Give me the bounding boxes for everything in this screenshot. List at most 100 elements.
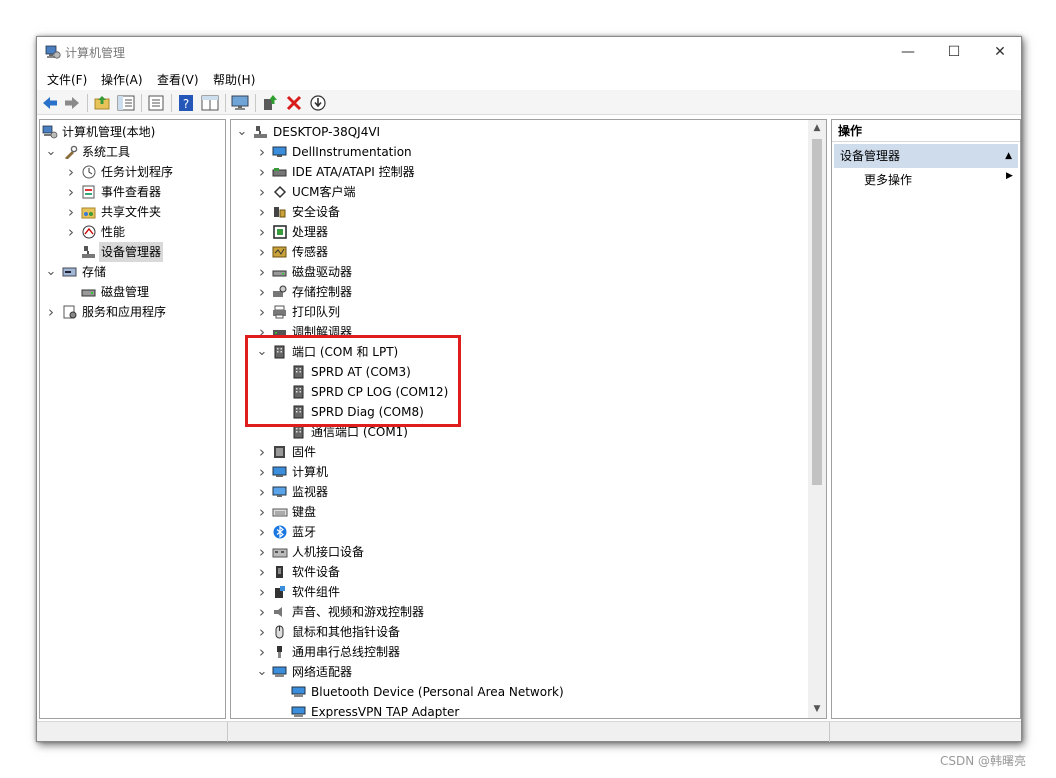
collapse-chevron-icon[interactable]: ⌄ <box>236 122 248 142</box>
device-category[interactable]: › UCM客户端 <box>231 182 801 202</box>
maximize-button[interactable]: ☐ <box>931 37 977 67</box>
device-category[interactable]: › 存储控制器 <box>231 282 801 302</box>
expand-chevron-icon[interactable]: › <box>256 262 268 282</box>
left-tree-item[interactable]: › 共享文件夹 <box>40 202 225 222</box>
scroll-up-button[interactable]: ▲ <box>808 120 826 137</box>
back-icon[interactable] <box>41 94 59 112</box>
expand-chevron-icon[interactable]: › <box>65 222 77 242</box>
device-category[interactable]: › 处理器 <box>231 222 801 242</box>
expand-chevron-icon[interactable]: › <box>256 202 268 222</box>
menu-view[interactable]: 查看(V) <box>157 71 199 88</box>
uninstall-icon[interactable] <box>285 94 303 112</box>
expand-chevron-icon[interactable]: › <box>256 502 268 522</box>
network-adapter-icon <box>272 666 287 677</box>
console-tree-icon[interactable] <box>201 94 219 112</box>
collapse-chevron-icon[interactable]: ⌄ <box>45 262 57 282</box>
watermark: CSDN @韩曙亮 <box>940 754 1027 768</box>
up-folder-icon[interactable] <box>93 94 111 112</box>
device-category[interactable]: › 人机接口设备 <box>231 542 801 562</box>
scroll-down-button[interactable]: ▼ <box>808 701 826 718</box>
device-category[interactable]: › IDE ATA/ATAPI 控制器 <box>231 162 801 182</box>
left-tree-item[interactable]: › 性能 <box>40 222 225 242</box>
device-category[interactable]: › 蓝牙 <box>231 522 801 542</box>
update-driver-icon[interactable] <box>261 94 279 112</box>
device-category[interactable]: › 监视器 <box>231 482 801 502</box>
device-category[interactable]: ⌄ 网络适配器 <box>231 662 801 682</box>
expand-chevron-icon[interactable]: › <box>256 602 268 622</box>
expand-chevron-icon[interactable]: › <box>256 182 268 202</box>
expand-chevron-icon[interactable]: › <box>256 622 268 642</box>
monitor-icon[interactable] <box>231 94 249 112</box>
device-label: 存储控制器 <box>292 285 353 299</box>
device-category[interactable]: › 通用串行总线控制器 <box>231 642 801 662</box>
expand-chevron-icon[interactable]: › <box>256 462 268 482</box>
expand-chevron-icon[interactable]: › <box>45 302 57 322</box>
expand-chevron-icon[interactable]: › <box>256 522 268 542</box>
device-category[interactable]: › 软件组件 <box>231 582 801 602</box>
more-actions-item[interactable]: 更多操作 <box>864 171 912 188</box>
help-icon[interactable]: ? <box>177 94 195 112</box>
left-tree-item[interactable]: 磁盘管理 <box>40 282 225 302</box>
disable-icon[interactable] <box>309 94 327 112</box>
collapse-chevron-icon[interactable]: ⌄ <box>45 142 57 162</box>
left-tree-item[interactable]: 设备管理器 <box>40 242 225 262</box>
device-label: IDE ATA/ATAPI 控制器 <box>292 165 415 179</box>
device-category[interactable]: › 键盘 <box>231 502 801 522</box>
device-category[interactable]: › 传感器 <box>231 242 801 262</box>
expand-chevron-icon[interactable]: › <box>256 302 268 322</box>
expand-chevron-icon[interactable]: › <box>256 282 268 302</box>
left-tree-item[interactable]: ⌄ 系统工具 <box>40 142 225 162</box>
properties-icon[interactable] <box>147 94 165 112</box>
network-adapter-icon <box>291 686 306 697</box>
device-category[interactable]: › 打印队列 <box>231 302 801 322</box>
device-item[interactable]: ExpressVPN TAP Adapter <box>231 702 801 718</box>
expand-chevron-icon[interactable]: › <box>256 162 268 182</box>
scrollbar-thumb[interactable] <box>812 139 822 485</box>
minimize-button[interactable]: — <box>885 37 931 67</box>
show-tree-icon[interactable] <box>117 94 135 112</box>
actions-group-device-manager[interactable]: 设备管理器 ▲ <box>834 144 1018 168</box>
expand-chevron-icon[interactable]: › <box>256 562 268 582</box>
expand-chevron-icon[interactable]: › <box>65 182 77 202</box>
device-category[interactable]: › 软件设备 <box>231 562 801 582</box>
expand-chevron-icon[interactable]: › <box>256 582 268 602</box>
left-tree-item[interactable]: › 事件查看器 <box>40 182 225 202</box>
collapse-icon[interactable]: ▲ <box>1005 144 1012 168</box>
device-item[interactable]: Bluetooth Device (Personal Area Network) <box>231 682 801 702</box>
forward-icon[interactable] <box>63 94 81 112</box>
device-category[interactable]: › 磁盘驱动器 <box>231 262 801 282</box>
expand-chevron-icon[interactable]: › <box>65 162 77 182</box>
device-category[interactable]: › DellInstrumentation <box>231 142 801 162</box>
device-tree-root[interactable]: ⌄ DESKTOP-38QJ4VI <box>231 122 801 142</box>
expand-chevron-icon[interactable]: › <box>256 542 268 562</box>
device-category[interactable]: › 固件 <box>231 442 801 462</box>
title-bar[interactable]: 计算机管理 — ☐ ✕ <box>37 37 1021 67</box>
menu-help[interactable]: 帮助(H) <box>213 71 255 88</box>
left-tree-item[interactable]: › 任务计划程序 <box>40 162 225 182</box>
expand-chevron-icon[interactable]: › <box>256 222 268 242</box>
expand-chevron-icon[interactable]: › <box>256 482 268 502</box>
expand-chevron-icon[interactable]: › <box>256 142 268 162</box>
left-tree-item[interactable]: › 服务和应用程序 <box>40 302 225 322</box>
bluetooth-icon <box>273 525 287 539</box>
submenu-arrow-icon: ▶ <box>1006 171 1013 181</box>
left-tree-item[interactable]: ⌄ 存储 <box>40 262 225 282</box>
device-label: 计算机 <box>292 465 329 479</box>
expand-chevron-icon[interactable]: › <box>256 642 268 662</box>
expand-chevron-icon[interactable]: › <box>256 442 268 462</box>
device-label: 人机接口设备 <box>292 545 365 559</box>
device-category[interactable]: › 鼠标和其他指针设备 <box>231 622 801 642</box>
expand-chevron-icon[interactable]: › <box>65 202 77 222</box>
menu-file[interactable]: 文件(F) <box>47 71 87 88</box>
expand-chevron-icon[interactable]: › <box>256 242 268 262</box>
vertical-scrollbar[interactable]: ▲ ▼ <box>808 120 826 718</box>
device-category[interactable]: › 声音、视频和游戏控制器 <box>231 602 801 622</box>
device-category[interactable]: › 计算机 <box>231 462 801 482</box>
mouse-icon <box>275 625 284 639</box>
close-button[interactable]: ✕ <box>977 37 1023 67</box>
collapse-chevron-icon[interactable]: ⌄ <box>256 662 268 682</box>
device-label: 处理器 <box>292 225 329 239</box>
menu-action[interactable]: 操作(A) <box>101 71 143 88</box>
left-tree-item[interactable]: 计算机管理(本地) <box>40 122 225 142</box>
device-category[interactable]: › 安全设备 <box>231 202 801 222</box>
